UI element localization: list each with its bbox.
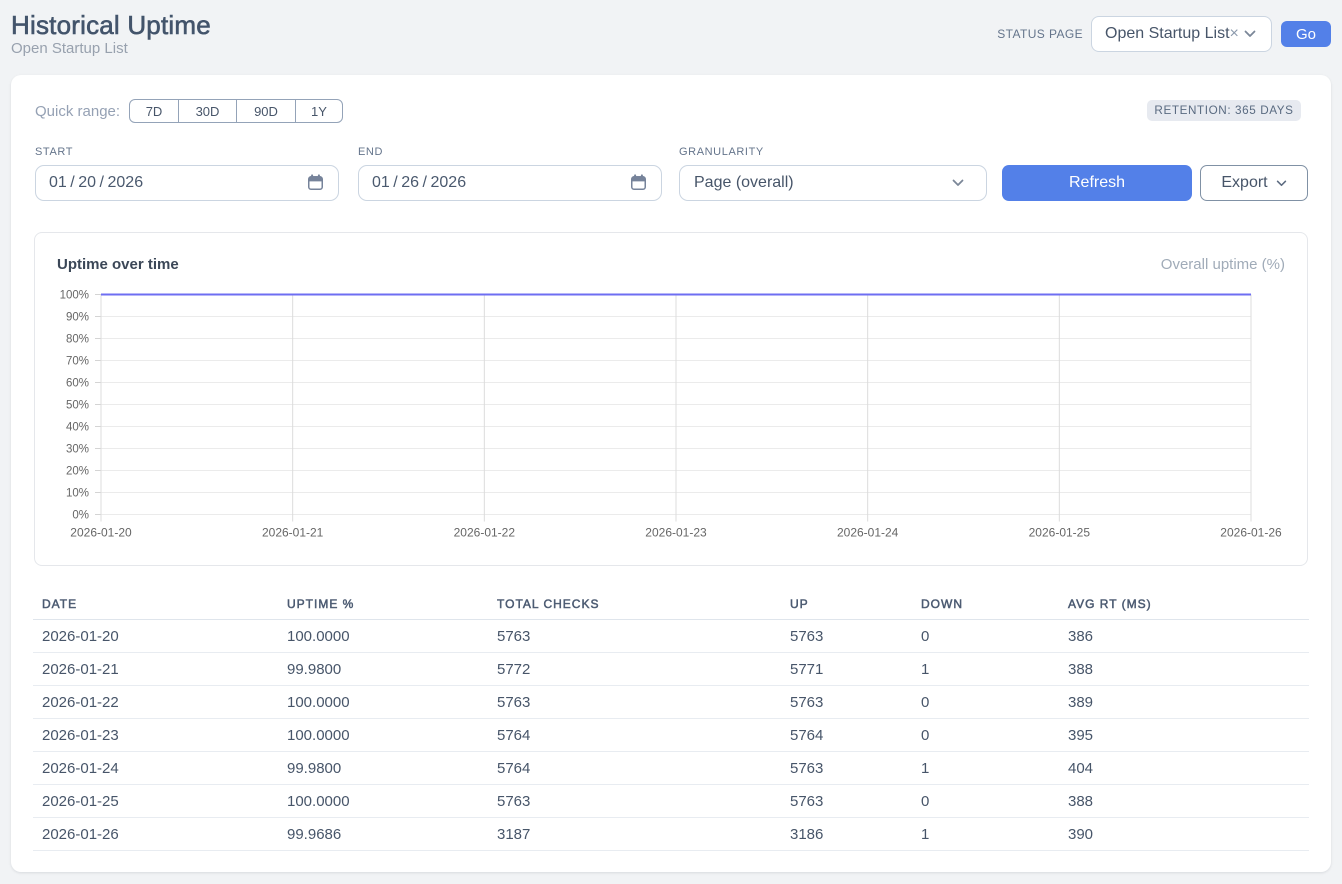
svg-text:2026-01-23: 2026-01-23 — [645, 526, 707, 540]
svg-text:20%: 20% — [66, 466, 89, 478]
svg-text:2026-01-21: 2026-01-21 — [262, 526, 324, 540]
svg-text:70%: 70% — [66, 356, 89, 368]
svg-text:2026-01-24: 2026-01-24 — [837, 526, 899, 540]
svg-text:2026-01-22: 2026-01-22 — [454, 526, 516, 540]
svg-text:2026-01-26: 2026-01-26 — [1220, 526, 1282, 540]
svg-text:2026-01-25: 2026-01-25 — [1029, 526, 1091, 540]
svg-text:50%: 50% — [66, 400, 89, 412]
svg-text:10%: 10% — [66, 488, 89, 500]
svg-text:40%: 40% — [66, 422, 89, 434]
svg-text:0%: 0% — [72, 510, 89, 522]
svg-text:30%: 30% — [66, 444, 89, 456]
svg-text:60%: 60% — [66, 378, 89, 390]
svg-text:90%: 90% — [66, 312, 89, 324]
svg-text:100%: 100% — [60, 290, 89, 302]
svg-text:80%: 80% — [66, 334, 89, 346]
svg-text:2026-01-20: 2026-01-20 — [70, 526, 132, 540]
